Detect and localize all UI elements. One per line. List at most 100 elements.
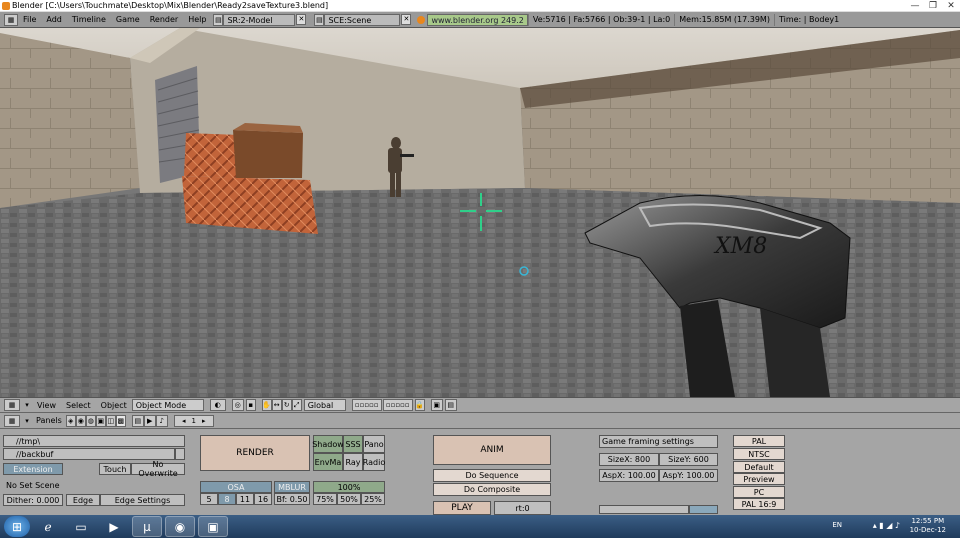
backbuf-toggle[interactable]: [175, 448, 185, 460]
panels-collapse-icon[interactable]: ▾: [22, 415, 32, 427]
envmap-toggle[interactable]: EnvMa: [313, 453, 343, 471]
preset-preview-button[interactable]: Preview: [733, 473, 785, 485]
anim-button[interactable]: ANIM: [433, 435, 551, 465]
draw-type-icon[interactable]: ◐: [209, 399, 226, 411]
utorrent-icon[interactable]: µ: [132, 516, 162, 537]
scene-selector[interactable]: SCE:Scene: [324, 13, 401, 26]
preset-pal-button[interactable]: PAL: [733, 435, 785, 447]
no-overwrite-toggle[interactable]: No Overwrite: [131, 460, 185, 478]
menu-add[interactable]: Add: [41, 15, 67, 24]
anim-sub-icon[interactable]: ▶: [143, 414, 156, 427]
menu-view[interactable]: View: [32, 401, 61, 410]
do-composite-toggle[interactable]: Do Composite: [433, 483, 551, 496]
resolution-50-option[interactable]: 50%: [337, 493, 361, 505]
rt-field[interactable]: rt:0: [494, 501, 551, 515]
edit-context-icon[interactable]: ◫: [105, 414, 116, 427]
preset-default-button[interactable]: Default: [733, 461, 785, 473]
menu-game[interactable]: Game: [111, 15, 145, 24]
start-button[interactable]: ⊞: [4, 516, 30, 537]
window-type-icon[interactable]: ▦: [4, 13, 18, 26]
minimize-button[interactable]: —: [906, 0, 924, 12]
dither-field[interactable]: Dither: 0.000: [3, 494, 63, 506]
maximize-button[interactable]: ❐: [924, 0, 942, 12]
layer-buttons-1[interactable]: ▫▫▫▫▫: [351, 399, 382, 411]
preset-ntsc-button[interactable]: NTSC: [733, 448, 785, 460]
menu-render[interactable]: Render: [145, 15, 183, 24]
game-framing-button[interactable]: Game framing settings: [599, 435, 718, 448]
osa-8-option[interactable]: 8: [218, 493, 236, 505]
preset-pc-button[interactable]: PC: [733, 486, 785, 498]
viewport-type-icon[interactable]: ▦: [4, 399, 20, 411]
pano-toggle[interactable]: Pano: [363, 435, 385, 453]
sound-sub-icon[interactable]: ♪: [155, 414, 168, 427]
resolution-25-option[interactable]: 25%: [361, 493, 385, 505]
logic-context-icon[interactable]: ◈: [65, 414, 76, 427]
grid-icon[interactable]: ▤: [444, 399, 457, 411]
edge-toggle[interactable]: Edge: [66, 494, 100, 506]
backbuf-path-field[interactable]: //backbuf: [3, 448, 175, 460]
render-preview-icon[interactable]: ▣: [430, 399, 443, 411]
mblur-toggle[interactable]: MBLUR: [274, 481, 310, 493]
pivot-icon[interactable]: ◎: [231, 399, 244, 411]
format-scroll-field[interactable]: [599, 505, 689, 514]
menu-file[interactable]: File: [18, 15, 41, 24]
buttons-type-icon[interactable]: ▦: [4, 414, 20, 427]
snap-icon[interactable]: ▪: [245, 399, 256, 411]
script-context-icon[interactable]: ◉: [75, 414, 86, 427]
osa-11-option[interactable]: 11: [236, 493, 254, 505]
radio-toggle[interactable]: Radio: [363, 453, 385, 471]
internet-explorer-icon[interactable]: ℯ: [33, 516, 63, 537]
do-sequence-toggle[interactable]: Do Sequence: [433, 469, 551, 482]
osa-toggle[interactable]: OSA: [200, 481, 272, 493]
shading-context-icon[interactable]: ◍: [85, 414, 96, 427]
blender-url[interactable]: www.blender.org 249.2: [427, 13, 528, 26]
render-button[interactable]: RENDER: [200, 435, 310, 471]
aspy-field[interactable]: AspY: 100.00: [659, 469, 718, 482]
play-button[interactable]: PLAY: [433, 501, 491, 515]
menu-object[interactable]: Object: [96, 401, 132, 410]
translate-icon[interactable]: ↔: [271, 399, 282, 411]
scale-icon[interactable]: ⤢: [291, 399, 302, 411]
format-color-field[interactable]: [689, 505, 718, 514]
orientation-selector[interactable]: Global: [303, 399, 346, 411]
frame-field[interactable]: ◂ 1 ▸: [173, 414, 214, 427]
object-context-icon[interactable]: ▣: [95, 414, 106, 427]
layer-buttons-2[interactable]: ▫▫▫▫▫: [382, 399, 413, 411]
touch-toggle[interactable]: Touch: [99, 463, 131, 475]
sizex-field[interactable]: SizeX: 800: [599, 453, 659, 466]
screen-browse-icon[interactable]: ▤: [213, 13, 224, 26]
menu-select[interactable]: Select: [61, 401, 96, 410]
close-button[interactable]: ✕: [942, 0, 960, 12]
tray-icons[interactable]: ▴ ▮ ◢ ♪: [873, 521, 900, 530]
sss-toggle[interactable]: SSS: [343, 435, 363, 453]
scene-browse-icon[interactable]: ▤: [314, 13, 325, 26]
sizey-field[interactable]: SizeY: 600: [659, 453, 718, 466]
menu-help[interactable]: Help: [183, 15, 211, 24]
shadow-toggle[interactable]: Shadow: [312, 435, 344, 453]
ray-toggle[interactable]: Ray: [343, 453, 363, 471]
resolution-75-option[interactable]: 75%: [313, 493, 337, 505]
rotate-icon[interactable]: ↻: [281, 399, 292, 411]
3d-viewport[interactable]: XM8: [0, 28, 960, 397]
lock-icon[interactable]: 🔒: [414, 399, 425, 411]
aspx-field[interactable]: AspX: 100.00: [599, 469, 659, 482]
mode-selector[interactable]: Object Mode: [131, 399, 204, 411]
scene-context-icon[interactable]: ▩: [115, 414, 126, 427]
blender-game-taskbar-icon[interactable]: ▣: [198, 516, 228, 537]
media-player-icon[interactable]: ▶: [99, 516, 129, 537]
screen-selector[interactable]: SR:2-Model: [223, 13, 296, 26]
osa-16-option[interactable]: 16: [254, 493, 272, 505]
blender-taskbar-icon[interactable]: ◉: [165, 516, 195, 537]
set-scene-label[interactable]: No Set Scene: [6, 481, 60, 490]
blur-factor-field[interactable]: Bf: 0.50: [274, 493, 310, 505]
extensions-toggle[interactable]: Extension: [3, 463, 63, 475]
preset-pal169-button[interactable]: PAL 16:9: [733, 498, 785, 510]
file-explorer-icon[interactable]: ▭: [66, 516, 96, 537]
resolution-100-toggle[interactable]: 100%: [313, 481, 385, 493]
edge-settings-button[interactable]: Edge Settings: [100, 494, 185, 506]
system-clock[interactable]: 12:55 PM 10-Dec-12: [910, 517, 946, 535]
frame-increment-icon[interactable]: ▸: [202, 417, 206, 425]
language-indicator[interactable]: EN: [832, 521, 842, 529]
screen-delete-icon[interactable]: ✕: [296, 14, 307, 25]
hand-tool-icon[interactable]: ✋: [261, 399, 272, 411]
